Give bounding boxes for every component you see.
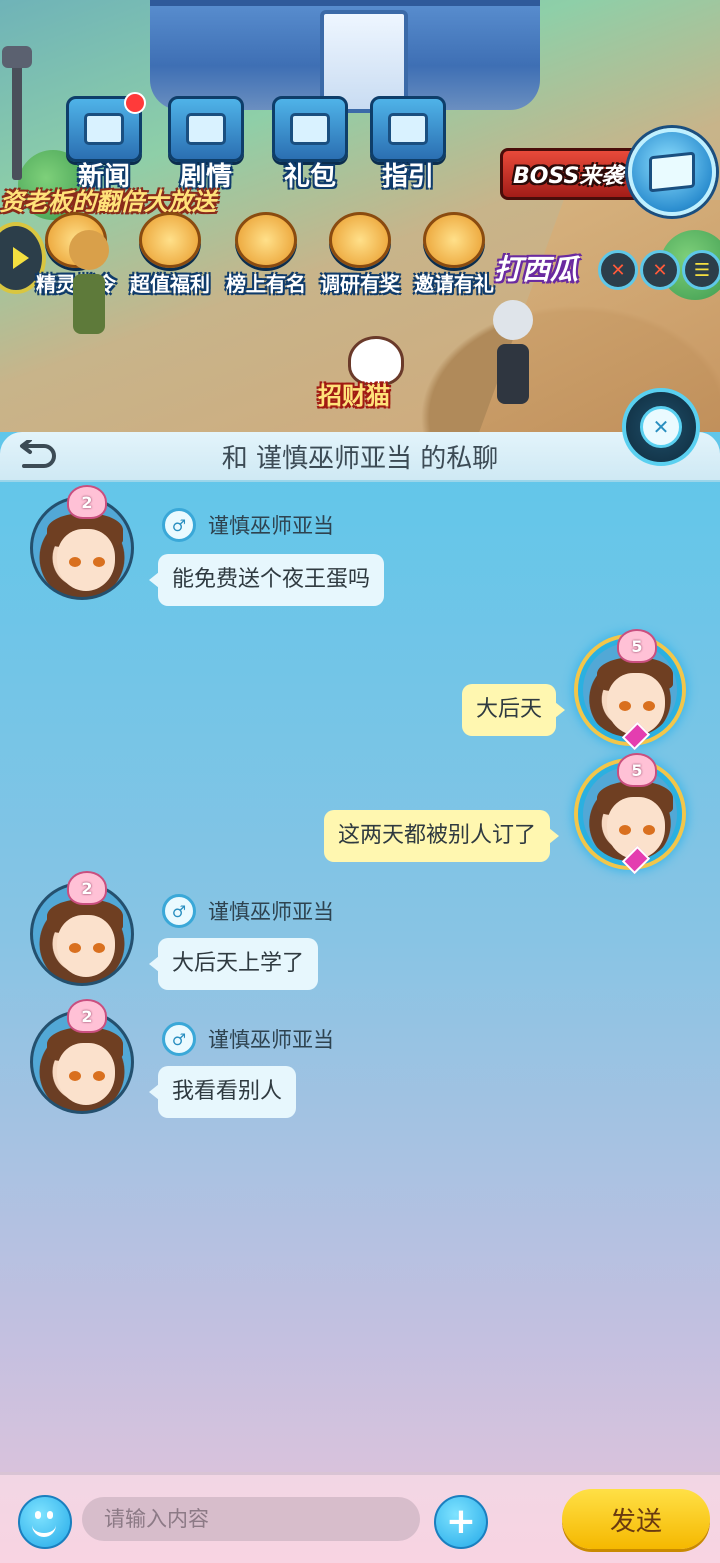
sender-row: ♂ 谨慎巫师亚当 [162, 1022, 334, 1056]
level-badge: 2 [67, 871, 107, 905]
avatar[interactable]: 2 [30, 871, 134, 986]
menu-toggle-button[interactable]: ☰ [682, 250, 720, 290]
message-bubble[interactable]: 大后天上学了 [148, 938, 319, 990]
send-button[interactable]: 发送 [562, 1489, 710, 1549]
avatar[interactable]: 5 [578, 753, 682, 875]
welfare-button[interactable]: 超值福利 [130, 212, 210, 297]
level-badge: 5 [617, 629, 657, 663]
map-button[interactable] [628, 128, 716, 216]
news-button[interactable]: 新闻 [66, 92, 146, 193]
story-icon [168, 96, 244, 162]
guide-button[interactable]: 指引 [370, 96, 446, 193]
message-bubble[interactable]: 我看看别人 [148, 1066, 297, 1118]
welfare-icon [139, 212, 201, 268]
list-icon: ☰ [693, 259, 711, 281]
avatar[interactable]: 2 [30, 999, 134, 1114]
game-scene: 新闻 剧情 礼包 指引 资老板的翻倍大放送 BOSS来袭 精灵战令 超值福利 榜… [0, 0, 720, 440]
trophy-icon [235, 212, 297, 268]
chat-header: 和 谨慎巫师亚当 的私聊 [0, 432, 720, 482]
close-chat-button[interactable]: ✕ [622, 388, 700, 466]
chat-title: 和 谨慎巫师亚当 的私聊 [221, 443, 499, 474]
guide-icon [370, 96, 446, 162]
sender-row: ♂ 谨慎巫师亚当 [162, 894, 334, 928]
mute-sound-button[interactable]: ✕ [640, 250, 680, 290]
map-icon [649, 151, 695, 193]
invite-button[interactable]: 邀请有礼 [414, 212, 494, 297]
avatar[interactable]: 5 [578, 629, 682, 751]
male-icon: ♂ [162, 508, 196, 542]
back-arrow-icon [20, 440, 56, 468]
story-button[interactable]: 剧情 [168, 96, 244, 193]
survey-button[interactable]: 调研有奖 [320, 212, 400, 297]
plus-button[interactable]: + [434, 1495, 488, 1549]
ranking-label: 榜上有名 [226, 272, 306, 296]
gift-pack-button[interactable]: 礼包 [272, 96, 348, 193]
level-badge: 2 [67, 999, 107, 1033]
message-bubble[interactable]: 能免费送个夜王蛋吗 [148, 554, 385, 606]
chat-panel: 和 谨慎巫师亚当 的私聊 2 ♂ 谨慎巫师亚当 能免费送个夜王蛋吗 5 大后天 … [0, 432, 720, 1560]
player-character[interactable] [490, 300, 536, 410]
sender-name: 谨慎巫师亚当 [208, 900, 334, 924]
survey-label: 调研有奖 [320, 272, 400, 296]
message-bubble[interactable]: 大后天 [462, 684, 566, 736]
sender-name: 谨慎巫师亚当 [208, 514, 334, 538]
invite-label: 邀请有礼 [414, 272, 494, 296]
mute-icon: ✕ [610, 259, 626, 281]
level-badge: 2 [67, 485, 107, 519]
message-input[interactable] [82, 1497, 420, 1541]
mute-music-button[interactable]: ✕ [598, 250, 638, 290]
invite-gift-icon [423, 212, 485, 268]
input-bar: + 发送 [0, 1472, 720, 1563]
welfare-label: 超值福利 [130, 272, 210, 296]
lucky-cat-label: 招财猫 [318, 382, 390, 410]
sender-name: 谨慎巫师亚当 [208, 1028, 334, 1052]
play-icon [13, 247, 29, 269]
male-icon: ♂ [162, 894, 196, 928]
ranking-button[interactable]: 榜上有名 [226, 212, 306, 297]
avatar[interactable]: 2 [30, 485, 134, 600]
guide-label: 指引 [381, 162, 434, 192]
mute-icon: ✕ [652, 259, 668, 281]
level-badge: 5 [617, 753, 657, 787]
gift-pack-icon [272, 96, 348, 162]
message-bubble[interactable]: 这两天都被别人订了 [324, 810, 560, 862]
close-icon: ✕ [640, 406, 682, 448]
game-building [150, 0, 540, 113]
melon-game-button[interactable]: 打西瓜 [494, 248, 578, 288]
npc-character[interactable] [66, 230, 112, 340]
survey-chest-icon [329, 212, 391, 268]
street-lamp [2, 46, 32, 180]
gift-pack-label: 礼包 [283, 162, 336, 192]
sender-row: ♂ 谨慎巫师亚当 [162, 508, 334, 542]
notification-dot [124, 92, 146, 114]
back-button[interactable] [14, 438, 60, 474]
emoji-button[interactable] [18, 1495, 72, 1549]
male-icon: ♂ [162, 1022, 196, 1056]
lucky-cat-button[interactable]: 招财猫 [318, 336, 438, 410]
